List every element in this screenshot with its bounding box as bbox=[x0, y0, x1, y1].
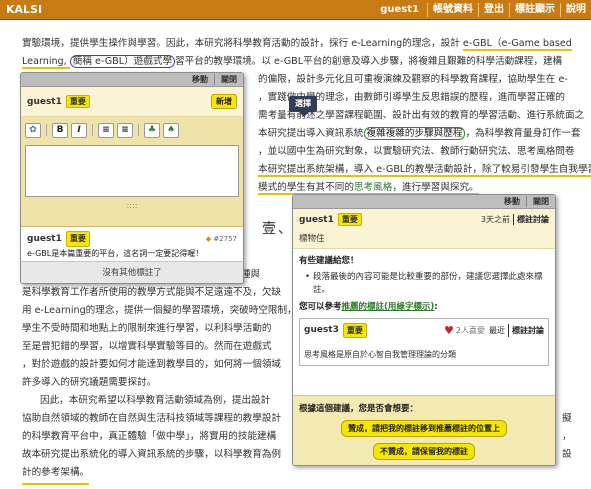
reference-suffix: : bbox=[434, 302, 438, 312]
username: guest3 bbox=[304, 325, 339, 335]
like-count: 2人喜愛 bbox=[455, 326, 485, 335]
article-line: 用 e-Learning的理念，提供一個擬的學習環境，突破時空限制， bbox=[22, 305, 297, 316]
text-span: 本研究提出導入資訊系統 bbox=[258, 128, 364, 139]
text-span: 習平台的教學環境。以 e-GBL平台的創意及導入步驟，將複雜且艱難的科學活動課程… bbox=[175, 56, 563, 67]
nav-account-link[interactable]: 帳號資料 bbox=[427, 2, 478, 17]
unlink-icon[interactable]: ♠ bbox=[163, 122, 179, 138]
reject-keep-button[interactable]: 不贊成，請保留我的標註 bbox=[373, 443, 475, 460]
latest-label: 最近 bbox=[489, 326, 505, 335]
suggestion-actions: 根據這個建議，您是否會想要： 贊成，請把我的標註移到推薦標註的位置上 不贊成，請… bbox=[293, 395, 555, 465]
select-tooltip[interactable]: 選擇 bbox=[289, 96, 317, 117]
article-line: 設 bbox=[562, 449, 572, 460]
annotation-text: e-GBL是本篇重要的平台，這名詞一定要記得喔！ bbox=[27, 249, 204, 258]
article-line: 協助自然領域的教師在自然與生活科技領域等課程的教學設計 bbox=[22, 413, 282, 424]
unordered-list-icon[interactable]: ≡ bbox=[117, 122, 133, 138]
recommended-annotation-card[interactable]: guest3 重要 ♥ 2人喜愛 最近 標註討論 思考風格是原自於心智自我管理理… bbox=[299, 318, 549, 366]
highlighted-selection[interactable]: 簡稱 e-GBL）遊戲式學 bbox=[69, 55, 176, 68]
toolbar-divider bbox=[138, 124, 139, 136]
panel-header[interactable]: 移動 關閉 bbox=[293, 195, 555, 209]
bold-button[interactable]: B bbox=[52, 122, 68, 138]
text-span: ，為科學教育量身訂作一套 bbox=[465, 128, 581, 139]
article-line: 的科學教育平台中，真正體驗「做中學」，將實用的技能建構 bbox=[22, 431, 277, 442]
importance-badge: 重要 bbox=[337, 213, 362, 226]
username: guest1 bbox=[27, 234, 62, 244]
article-line: 的偏限，設計多元化且可重複演練及觀察的科學教育課程，協助學生在 e- bbox=[258, 71, 568, 90]
annotation-id-text: #2757 bbox=[213, 235, 237, 243]
close-button[interactable]: 關閉 bbox=[526, 196, 555, 207]
italic-button[interactable]: I bbox=[71, 122, 87, 138]
annotation-note: 標物住 bbox=[299, 234, 325, 244]
article-line: 學生不受時間和地點上的限制來進行學習，以利科學活動的 bbox=[22, 323, 272, 334]
annotation-textarea[interactable] bbox=[25, 145, 239, 197]
reference-line: 您可以參考推薦的標註(用綠字標示): bbox=[299, 301, 549, 314]
ordered-list-icon[interactable]: ≡ bbox=[98, 122, 114, 138]
annotated-text[interactable]: Learning, bbox=[22, 56, 70, 69]
selected-text-highlight[interactable]: 複雜複雜的步驟與歷程 bbox=[363, 127, 466, 140]
no-more-annotations: 沒有其他標註了 bbox=[21, 261, 243, 283]
tag-icon: ◆ bbox=[205, 235, 212, 243]
text-span: 實驗環境，提供學生操作與學習。因此，本研究將科學教育活動的設計，採行 e-Lea… bbox=[22, 38, 463, 49]
heart-icon[interactable]: ♥ bbox=[444, 324, 454, 337]
settings-gear-icon[interactable]: ✿ bbox=[25, 122, 41, 138]
app-logo[interactable]: KALSI bbox=[0, 3, 375, 16]
rich-text-editor: ✿ B I ≡ ≡ ♣ ♠ :::: bbox=[21, 117, 243, 227]
suggestion-body: 有些建議給您！ 段落最後的內容可能是比較重要的部份，建議您選擇此處來標註。 您可… bbox=[293, 249, 555, 372]
article-line: 故本研究提出系統化的導入資訊系統的步驟，以科學教育為例 bbox=[22, 449, 282, 460]
annotation-text: 思考風格是原自於心智自我管理理論的分類 bbox=[304, 350, 456, 359]
top-nav-bar: KALSI guest1 帳號資料 登出 標註顯示 說明 bbox=[0, 0, 591, 20]
move-button[interactable]: 移動 bbox=[498, 196, 526, 207]
text-span: 的偏限，設計多元化且可重複演練及觀察的科學教育課程，協助學生在 e- bbox=[258, 74, 568, 85]
annotation-item[interactable]: guest1 重要 ◆ #2757 e-GBL是本篇重要的平台，這名詞一定要記得… bbox=[21, 227, 243, 265]
current-user-label: guest1 bbox=[380, 3, 419, 15]
article-line: 許多導入的研究議題需要探討。 bbox=[22, 377, 157, 388]
annotation-editor-panel: 移動 關閉 guest1 重要 新增 ✿ B I ≡ ≡ ♣ ♠ :::: gu… bbox=[20, 72, 244, 284]
suggestion-panel: 移動 關閉 guest1 重要 3天之前 標註討論 標物住 有些建議給您！ 段落… bbox=[292, 194, 556, 466]
importance-badge: 重要 bbox=[65, 231, 90, 247]
panel-header[interactable]: 移動 關閉 bbox=[21, 73, 243, 87]
article-line: 本研究提出導入資訊系統 複雜複雜的步驟與歷程 ，為科學教育量身訂作一套 bbox=[258, 125, 581, 144]
nav-annotation-display-link[interactable]: 標註顯示 bbox=[509, 2, 560, 17]
editor-toolbar: ✿ B I ≡ ≡ ♣ ♠ bbox=[25, 121, 239, 139]
article-line: ，對於遊戲的設計要如何才能達到教學目的，如何將一個領域 bbox=[22, 359, 282, 370]
link-icon[interactable]: ♣ bbox=[144, 122, 160, 138]
annotation-id: ◆ #2757 bbox=[206, 232, 237, 246]
article-line: 本研究提出系統架構，導入 e-GBL的教學活動設計，除了較易引發學生自我學習的意 bbox=[258, 161, 591, 180]
toolbar-divider bbox=[46, 124, 47, 136]
article-line: ， bbox=[562, 431, 572, 442]
close-button[interactable]: 關閉 bbox=[214, 74, 243, 85]
article-line: Learning, 簡稱 e-GBL）遊戲式學 習平台的教學環境。以 e-GBL平… bbox=[22, 53, 562, 72]
timestamp: 3天之前 bbox=[480, 215, 510, 224]
suggestion-title: 有些建議給您！ bbox=[299, 256, 359, 266]
reference-prefix: 您可以參考 bbox=[299, 302, 342, 312]
recommended-annotation-link[interactable]: 推薦的標註(用綠字標示) bbox=[342, 302, 435, 312]
annotated-text[interactable]: 本研究提出系統架構，導入 e-GBL的教學活動設計，除了較易引發學生自我學習的意 bbox=[258, 164, 591, 177]
discussion-link[interactable]: 標註討論 bbox=[513, 214, 549, 225]
article-line: 擬 bbox=[562, 413, 572, 424]
discussion-link[interactable]: 標註討論 bbox=[508, 324, 544, 337]
article-line: ，並以國中生為研究對象，以實驗研究法、教師行動研究法、思考風格問卷 bbox=[258, 143, 575, 162]
annotated-text[interactable]: 計的參考架構。 bbox=[22, 464, 90, 485]
editor-user-row: guest1 重要 新增 bbox=[21, 87, 243, 117]
annotated-text[interactable]: e-GBL（e-Game based bbox=[462, 38, 572, 51]
article-line: 至是曾犯錯的學習，以增實科學實驗等目的。然而在遊戲式 bbox=[22, 341, 272, 352]
accept-move-button[interactable]: 贊成，請把我的標註移到推薦標註的位置上 bbox=[341, 420, 507, 437]
text-span: ，並以國中生為研究對象，以實驗研究法、教師行動研究法、思考風格問卷 bbox=[258, 146, 575, 157]
article-line: 是科學教育工作者所使用的教學方式能與不足遠遠不及，欠缺 bbox=[22, 287, 282, 298]
username: guest1 bbox=[27, 96, 62, 107]
resize-handle[interactable]: :::: bbox=[25, 201, 239, 210]
move-button[interactable]: 移動 bbox=[186, 74, 214, 85]
nav-help-link[interactable]: 說明 bbox=[560, 2, 591, 17]
article-line: 實驗環境，提供學生操作與學習。因此，本研究將科學教育活動的設計，採行 e-Lea… bbox=[22, 35, 572, 54]
add-annotation-button[interactable]: 新增 bbox=[211, 94, 237, 109]
annotation-header: guest1 重要 3天之前 標註討論 標物住 bbox=[293, 209, 555, 249]
suggestion-question: 根據這個建議，您是否會想要： bbox=[299, 404, 419, 414]
importance-badge[interactable]: 重要 bbox=[65, 95, 90, 108]
article-line: 因此，本研究希望以科學教育活動領域為例，提出設計 bbox=[40, 395, 271, 406]
nav-logout-link[interactable]: 登出 bbox=[478, 2, 509, 17]
toolbar-divider bbox=[92, 124, 93, 136]
section-heading: 壹、 bbox=[262, 221, 294, 237]
importance-badge: 重要 bbox=[342, 323, 367, 338]
suggestion-bullet: 段落最後的內容可能是比較重要的部份，建議您選擇此處來標註。 bbox=[299, 271, 549, 297]
username: guest1 bbox=[299, 214, 334, 225]
